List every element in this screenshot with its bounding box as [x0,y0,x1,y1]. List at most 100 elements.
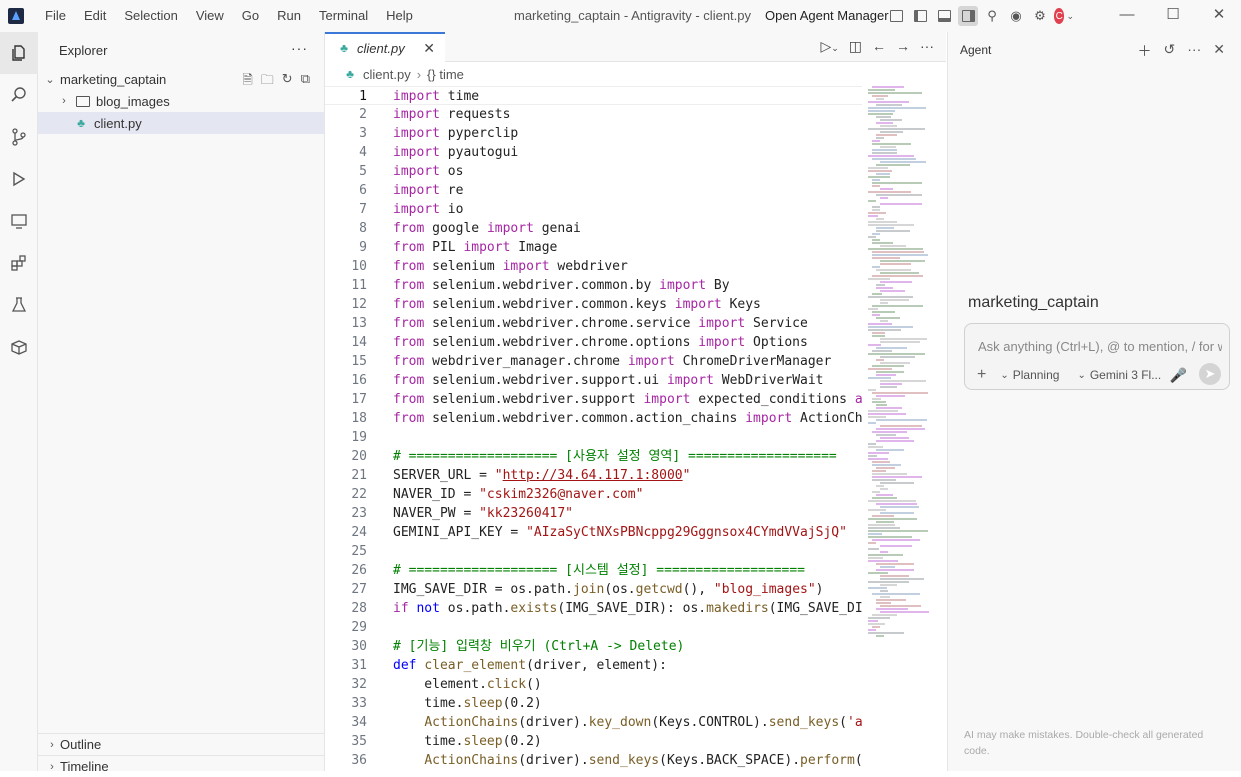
code-line[interactable]: 30 # [기능] 입력창 비우기 (Ctrl+A -> Delete) [325,637,862,656]
extensions-icon[interactable] [0,242,38,284]
code-line[interactable]: 22 NAVER_ID = "cskim2326@naver.com" [325,485,862,504]
code-line[interactable]: 15 from webdriver_manager.chrome import C… [325,352,862,371]
search-view-icon[interactable] [0,74,38,116]
code-line[interactable]: 17 from selenium.webdriver.support import… [325,390,862,409]
code-line[interactable]: 1 import time [325,86,862,105]
menu-view[interactable]: View [187,0,233,32]
account-menu[interactable]: C ⌄ [1054,6,1074,26]
send-button[interactable]: ➤ [1199,363,1221,385]
more-actions-icon[interactable]: ··· [291,40,308,56]
code-line[interactable]: 4 import pyautogui [325,143,862,162]
code-line[interactable]: 21 SERVER_URL = "http://34.64.117.1:8000" [325,466,862,485]
code-line[interactable]: 34 ActionChains(driver).key_down(Keys.CO… [325,713,862,732]
code-editor[interactable]: 1 import time 2 import requests 3 import pype… [325,86,862,771]
code-line[interactable]: 18 from selenium.webdriver.common.action_… [325,409,862,428]
code-line[interactable]: 5 import os [325,162,862,181]
breadcrumb-symbol[interactable]: {} time [427,67,464,82]
code-line[interactable]: 13 from selenium.webdriver.chrome.service… [325,314,862,333]
minimap-line [876,194,922,196]
menu-run[interactable]: Run [268,0,310,32]
menu-help[interactable]: Help [377,0,422,32]
customize-layout-icon[interactable] [886,6,906,26]
minimap[interactable] [868,86,934,646]
code-line[interactable]: 26 # =================== [시스템 설정] =======… [325,561,862,580]
minimap-line [876,635,884,637]
toggle-panel-icon[interactable] [934,6,954,26]
add-context-icon[interactable]: + [977,366,986,384]
code-line[interactable]: 25 [325,542,862,561]
tab-client-py[interactable]: ♣ client.py ✕ [325,32,445,62]
agent-chat-box: Ask anything (Ctrl+L), @ to mention, / f… [964,323,1230,390]
project-folder-row[interactable]: ⌄ marketing_captain 🗎 🗀 ↻ ⧉ [38,68,324,90]
outline-label: Outline [60,737,102,752]
testing-icon[interactable] [0,284,38,326]
explorer-icon[interactable] [0,32,38,74]
mode-selector[interactable]: Planning [1013,368,1060,382]
menu-file[interactable]: File [36,0,75,32]
close-window-icon[interactable]: ✕ [1196,0,1241,32]
code-line[interactable]: 23 NAVER_PW = "kk23260417" [325,504,862,523]
breadcrumb-file[interactable]: client.py [363,67,411,82]
toggle-primary-sidebar-icon[interactable] [910,6,930,26]
close-icon[interactable]: ✕ [423,40,435,57]
minimap-line [880,272,919,274]
menu-selection[interactable]: Selection [115,0,186,32]
code-line[interactable]: 9 from PIL import Image [325,238,862,257]
menu-go[interactable]: Go [233,0,268,32]
code-line[interactable]: 35 time.sleep(0.2) [325,732,862,751]
menu-terminal[interactable]: Terminal [310,0,377,32]
code-line[interactable]: 32 element.click() [325,675,862,694]
split-editor-icon[interactable]: ◫ [849,38,862,55]
code-line[interactable]: 14 from selenium.webdriver.chrome.options… [325,333,862,352]
open-agent-manager-button[interactable]: Open Agent Manager [765,0,889,32]
code-line[interactable]: 10 from selenium import webdriver [325,257,862,276]
tree-item-blog-images[interactable]: › blog_images [38,90,324,112]
microphone-icon[interactable]: 🎤 [1170,367,1187,384]
browser-icon[interactable]: ◉ [1006,6,1026,26]
packages-icon[interactable] [0,326,38,368]
code-line[interactable]: 27 IMG_SAVE_DIR = os.path.join(os.getcwd(… [325,580,862,599]
code-line[interactable]: 28 if not os.path.exists(IMG_SAVE_DIR): o… [325,599,862,618]
code-line[interactable]: 16 from selenium.webdriver.support.ui imp… [325,371,862,390]
run-debug-icon[interactable] [0,158,38,200]
go-back-icon[interactable]: ← [872,38,886,55]
go-forward-icon[interactable]: → [896,38,910,55]
code-line[interactable]: 12 from selenium.webdriver.common.keys im… [325,295,862,314]
minimap-line [868,278,890,280]
code-line[interactable]: 3 import pyperclip [325,124,862,143]
more-actions-icon[interactable]: ··· [1187,41,1201,61]
code-line[interactable]: 36 ActionChains(driver).send_keys(Keys.B… [325,751,862,770]
ai-disclaimer: AI may make mistakes. Double-check all g… [964,729,1204,757]
outline-section[interactable]: › Outline [38,733,325,755]
close-icon[interactable]: ✕ [1213,41,1225,61]
code-line[interactable]: 7 import io [325,200,862,219]
code-line[interactable]: 24 GEMINI_API_KEY = "AIzaSyCtNXsPBNcppg29… [325,523,862,542]
timeline-section[interactable]: › Timeline [38,755,325,777]
code-line[interactable]: 19 [325,428,862,447]
code-line[interactable]: 6 import re [325,181,862,200]
minimap-line [876,521,894,523]
history-icon[interactable]: ↺ [1164,41,1176,61]
agent-chat-input[interactable]: Ask anything (Ctrl+L), @ to mention, / f… [978,339,1222,354]
minimize-icon[interactable]: — [1104,0,1150,32]
run-python-file-icon[interactable]: ▷⌄ [820,38,838,55]
line-text: import pyautogui [393,145,519,160]
code-line[interactable]: 11 from selenium.webdriver.common.by impo… [325,276,862,295]
code-line[interactable]: 31 def clear_element(driver, element): [325,656,862,675]
gear-icon[interactable]: ⚙ [1030,6,1050,26]
model-selector[interactable]: Gemini 3 Fl... [1090,368,1161,382]
code-line[interactable]: 29 [325,618,862,637]
search-icon[interactable]: ⚲ [982,6,1002,26]
new-conversation-icon[interactable]: ＋ [1138,41,1152,61]
source-control-icon[interactable] [0,116,38,158]
maximize-icon[interactable]: ☐ [1150,0,1196,32]
code-line[interactable]: 33 time.sleep(0.2) [325,694,862,713]
tree-item-client-py[interactable]: ♣ client.py [38,112,324,134]
code-line[interactable]: 8 from google import genai [325,219,862,238]
menu-edit[interactable]: Edit [75,0,115,32]
code-line[interactable]: 2 import requests [325,105,862,124]
code-line[interactable]: 20 # =================== [사용자 설정 영역] ====… [325,447,862,466]
more-actions-icon[interactable]: ··· [920,38,934,55]
toggle-secondary-sidebar-icon[interactable] [958,6,978,26]
remote-explorer-icon[interactable] [0,200,38,242]
